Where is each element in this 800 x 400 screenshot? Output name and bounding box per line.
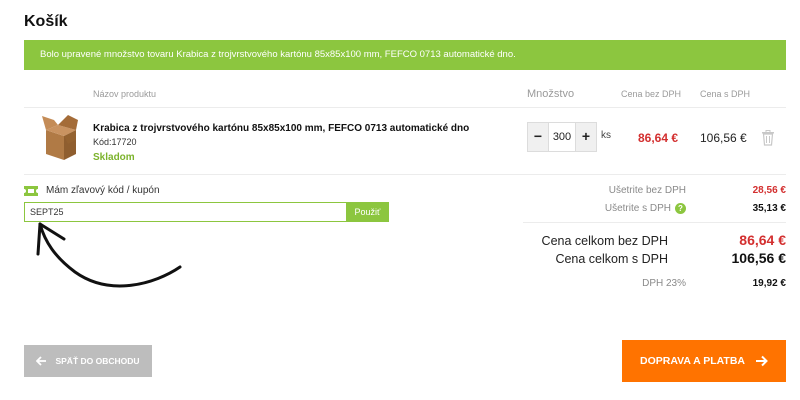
quantity-input[interactable]: 300	[548, 123, 576, 151]
savings-ex-vat-value: 28,56 €	[752, 185, 786, 196]
price-inc-vat: 106,56 €	[700, 131, 747, 145]
coupon-label: Mám zľavový kód / kupón	[46, 185, 160, 196]
total-inc-vat-value: 106,56 €	[731, 250, 787, 266]
price-ex-vat: 86,64 €	[638, 131, 679, 145]
column-header-quantity: Množstvo	[527, 88, 575, 100]
savings-inc-vat-value: 35,13 €	[752, 203, 786, 214]
page-title: Košík	[24, 13, 68, 30]
ticket-icon	[24, 185, 38, 196]
column-header-price-inc-vat: Cena s DPH	[700, 89, 751, 99]
stock-status: Skladom	[93, 152, 135, 163]
coupon-toggle[interactable]: Mám zľavový kód / kupón	[24, 185, 160, 196]
quantity-decrease-button[interactable]: −	[528, 123, 548, 151]
product-code: Kód:17720	[93, 137, 137, 147]
annotation-arrow-icon	[36, 222, 182, 288]
arrow-left-icon	[36, 356, 47, 366]
product-name[interactable]: Krabica z trojvrstvového kartónu 85x85x1…	[93, 123, 469, 134]
back-to-shop-label: SPÄŤ DO OBCHODU	[55, 356, 140, 366]
notice-banner: Bolo upravené množstvo tovaru Krabica z …	[24, 40, 786, 70]
total-inc-vat-label: Cena celkom s DPH	[555, 252, 668, 266]
apply-coupon-button[interactable]: Použiť	[346, 202, 389, 222]
quantity-stepper: − 300 +	[527, 122, 597, 152]
savings-inc-vat-label: Ušetrite s DPH	[604, 203, 671, 215]
shipping-payment-label: DOPRAVA A PLATBA	[640, 355, 745, 367]
vat-value: 19,92 €	[752, 278, 786, 289]
quantity-unit: ks	[601, 130, 611, 141]
total-ex-vat-label: Cena celkom bez DPH	[541, 234, 668, 248]
summary-divider	[523, 222, 786, 223]
savings-inc-vat-row: Ušetrite s DPH?	[605, 203, 686, 214]
trash-icon[interactable]	[761, 130, 775, 146]
total-ex-vat-value: 86,64 €	[739, 232, 786, 248]
savings-ex-vat-label: Ušetrite bez DPH	[608, 185, 686, 196]
shipping-payment-button[interactable]: DOPRAVA A PLATBA	[622, 340, 786, 382]
column-header-product: Názov produktu	[93, 89, 157, 99]
quantity-increase-button[interactable]: +	[576, 123, 596, 151]
column-header-price-ex-vat: Cena bez DPH	[621, 89, 682, 99]
back-to-shop-button[interactable]: SPÄŤ DO OBCHODU	[24, 345, 152, 377]
header-divider	[24, 107, 786, 108]
vat-label: DPH 23%	[642, 278, 686, 289]
product-image[interactable]	[38, 114, 80, 162]
info-icon[interactable]: ?	[675, 203, 686, 214]
arrow-right-icon	[756, 355, 768, 367]
row-divider	[24, 174, 786, 175]
